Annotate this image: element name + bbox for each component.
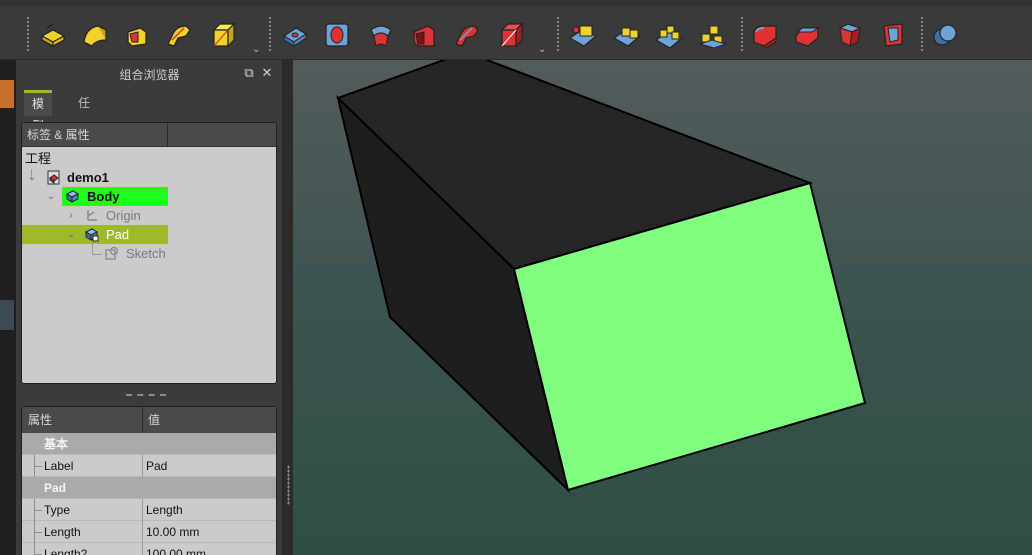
left-dock-strip — [0, 60, 16, 555]
sub-shape-binder-icon[interactable] — [696, 18, 730, 52]
property-row-length[interactable]: Length 10.00 mm — [22, 521, 276, 543]
hole-icon[interactable] — [278, 18, 312, 52]
sketch-icon — [104, 246, 119, 261]
toolbar-grip[interactable] — [556, 16, 560, 52]
tree-header-separator — [167, 123, 168, 147]
tree-item-sketch[interactable]: Sketch — [22, 244, 276, 263]
column-divider — [142, 499, 143, 521]
tree-root-label: 工程 — [22, 149, 276, 168]
document-icon — [46, 170, 61, 185]
tree-item-label: Sketch — [126, 246, 166, 261]
group-label: Pad — [44, 481, 67, 495]
clone-icon[interactable] — [652, 18, 686, 52]
property-group-pad[interactable]: Pad — [22, 477, 276, 499]
property-row-type[interactable]: Type Length — [22, 499, 276, 521]
close-icon[interactable]: ✕ — [260, 66, 274, 80]
thickness-icon[interactable] — [876, 18, 910, 52]
chevron-down-icon[interactable]: ⌄ — [27, 168, 37, 187]
pad-solid[interactable] — [293, 60, 1032, 555]
shape-binder-icon[interactable] — [610, 18, 644, 52]
property-name: Label — [44, 459, 74, 473]
column-divider — [142, 543, 143, 555]
panel-splitter[interactable] — [126, 394, 166, 396]
subtractive-pipe-icon[interactable] — [450, 18, 484, 52]
boolean-icon[interactable] — [928, 18, 962, 52]
property-value[interactable]: 10.00 mm — [146, 521, 199, 543]
toolbar-grip[interactable] — [26, 16, 30, 52]
property-column-header[interactable]: 属性 — [28, 407, 52, 433]
combo-view-panel: 组合浏览器 ⧉ ✕ 模型 任务 标签 & 属性 工程 ⌄ demo1 — [16, 60, 283, 555]
pad-icon[interactable] — [36, 18, 70, 52]
chevron-down-icon[interactable]: ⌄ — [46, 187, 56, 206]
additive-loft-icon[interactable] — [120, 18, 154, 52]
datum-plane-icon[interactable] — [566, 18, 600, 52]
dock-accent — [0, 80, 14, 108]
tree-item-pad[interactable]: ⌄ Pad — [22, 225, 276, 244]
chevron-down-icon[interactable]: ⌄ — [252, 44, 262, 55]
model-tree: 标签 & 属性 工程 ⌄ demo1 ⌄ Body › Origin ⌄ Pad… — [21, 122, 277, 384]
chevron-down-icon[interactable]: ⌄ — [66, 225, 76, 244]
tab-model[interactable]: 模型 — [24, 90, 53, 133]
float-panel-icon[interactable]: ⧉ — [242, 66, 256, 80]
property-name: Type — [44, 503, 71, 517]
value-column-header[interactable]: 值 — [148, 407, 160, 433]
column-divider — [142, 455, 143, 477]
header-separator — [142, 407, 143, 433]
chevron-down-icon[interactable]: ⌄ — [538, 44, 548, 55]
tree-item-label: Pad — [106, 227, 130, 242]
tree-guide — [34, 510, 42, 511]
tree-guide — [34, 466, 42, 467]
origin-icon — [84, 208, 99, 223]
tree-item-label: Body — [87, 189, 120, 204]
tree-item-body[interactable]: ⌄ Body — [22, 187, 276, 206]
property-row-length2[interactable]: Length2 100.00 mm — [22, 543, 276, 555]
part-design-toolbar: ⌄ ⌄ — [0, 0, 1032, 60]
property-header: 属性 值 — [22, 407, 276, 433]
group-label: 基本 — [44, 437, 69, 451]
tree-item-label: Origin — [106, 208, 141, 223]
toolbar-top-strip — [0, 0, 1032, 6]
toolbar-grip[interactable] — [268, 16, 272, 52]
draft-icon[interactable] — [832, 18, 866, 52]
property-row-label[interactable]: Label Pad — [22, 455, 276, 477]
toolbar-grip[interactable] — [920, 16, 924, 52]
dock-selection — [0, 300, 14, 330]
pocket-sweep-icon[interactable] — [78, 18, 112, 52]
additive-box-icon[interactable] — [206, 18, 240, 52]
tree-guide — [34, 532, 42, 533]
body-icon — [65, 189, 80, 204]
toolbar-grip[interactable] — [740, 16, 744, 52]
property-value[interactable]: 100.00 mm — [146, 543, 206, 555]
subtractive-loft-icon[interactable] — [406, 18, 440, 52]
dock-resize-grip[interactable] — [287, 465, 290, 505]
additive-pipe-icon[interactable] — [162, 18, 196, 52]
fillet-icon[interactable] — [748, 18, 782, 52]
tree-header: 标签 & 属性 — [22, 123, 276, 147]
property-editor: 属性 值 基本 Label Pad Pad Type Length Length… — [21, 406, 277, 555]
tree-item-label: demo1 — [67, 170, 109, 185]
freecad-window: ⌄ ⌄ 组合浏览器 ⧉ ✕ 模 任 标签 & 属性 工程 ⌄ demo1 ⌄ B… — [0, 0, 1032, 555]
chevron-right-icon[interactable]: › — [66, 206, 76, 225]
tree-root-text: 工程 — [25, 151, 52, 166]
subtractive-box-icon[interactable] — [494, 18, 528, 52]
groove-icon[interactable] — [364, 18, 398, 52]
property-name: Length2 — [44, 547, 88, 555]
tree-item-demo1[interactable]: ⌄ demo1 — [22, 168, 276, 187]
column-divider — [142, 521, 143, 543]
property-name: Length — [44, 525, 81, 539]
pad-feature-icon — [84, 227, 99, 242]
property-value[interactable]: Length — [146, 499, 183, 521]
tree-item-origin[interactable]: › Origin — [22, 206, 276, 225]
3d-viewport[interactable] — [293, 60, 1032, 555]
property-group-base[interactable]: 基本 — [22, 433, 276, 455]
property-value[interactable]: Pad — [146, 455, 167, 477]
chamfer-icon[interactable] — [790, 18, 824, 52]
pocket-icon[interactable] — [320, 18, 354, 52]
tab-tasks[interactable]: 任务 — [70, 90, 98, 136]
